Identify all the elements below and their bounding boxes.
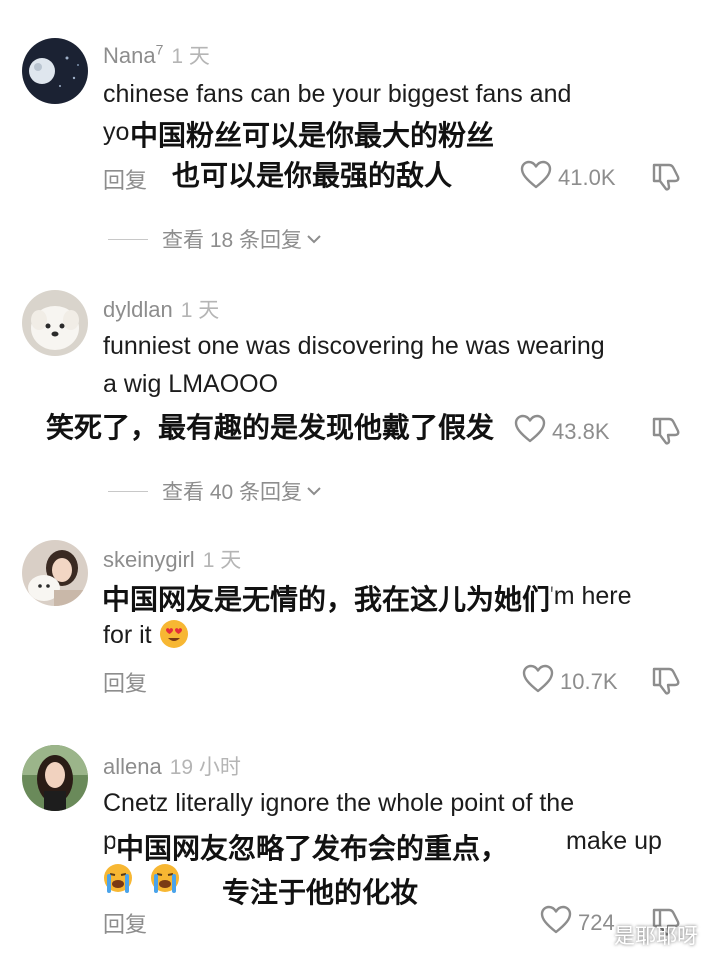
comment-text: for it <box>103 619 189 650</box>
comment-text: chinese fans can be your biggest fans an… <box>103 80 572 108</box>
view-replies-button[interactable]: 查看 18 条回复 <box>108 224 322 254</box>
like-count: 10.7K <box>560 669 618 694</box>
username[interactable]: Nana <box>103 43 156 68</box>
username-suffix: 7 <box>155 41 164 58</box>
avatar[interactable] <box>22 745 88 811</box>
chevron-down-icon <box>306 479 322 503</box>
view-replies-label: 查看 40 条回复 <box>162 481 303 504</box>
comment-text: p <box>103 827 117 855</box>
translation-overlay: 专注于他的化妆 <box>222 876 419 909</box>
comment-meta: allena 19 小时 <box>103 751 241 781</box>
comment-text: yo <box>103 118 130 146</box>
reply-button[interactable]: 回复 <box>103 907 147 939</box>
like-button[interactable]: 724 <box>540 905 615 941</box>
translation-overlay: 中国网友是无情的，我在这儿为她们 <box>102 583 551 616</box>
translation-overlay: 中国粉丝可以是你最大的粉丝 <box>130 119 495 152</box>
comment-item: Nana7 1 天 chinese fans can be your bigges… <box>0 0 708 270</box>
like-button[interactable]: 43.8K <box>514 414 610 450</box>
translation-overlay: 中国网友忽略了发布会的重点， <box>116 832 509 865</box>
avatar[interactable] <box>22 290 88 356</box>
thumbs-down-outline-icon[interactable] <box>650 414 682 451</box>
heart-outline-icon <box>540 905 578 941</box>
comment-meta: Nana7 1 天 <box>103 40 210 70</box>
timestamp: 1 天 <box>180 299 220 322</box>
translation-overlay: 也可以是你最强的敌人 <box>172 159 453 192</box>
reply-button[interactable]: 回复 <box>103 666 147 698</box>
timestamp: 19 小时 <box>169 756 241 779</box>
view-replies-label: 查看 18 条回复 <box>162 229 303 252</box>
comment-text: Cnetz literally ignore the whole point o… <box>103 789 575 817</box>
comment-meta: skeinygirl 1 天 <box>103 544 241 574</box>
comment-text-part: for it <box>103 621 152 649</box>
loudly-crying-emoji <box>150 863 180 893</box>
comment-item: skeinygirl 1 天 I'm here for it 回复 10.7K <box>0 520 708 735</box>
username[interactable]: allena <box>103 754 162 779</box>
username[interactable]: dyldlan <box>103 297 173 322</box>
comment-meta: dyldlan 1 天 <box>103 294 219 324</box>
comment-text: I'm here <box>542 582 632 610</box>
timestamp: 1 天 <box>202 549 242 572</box>
heart-outline-icon <box>522 664 560 700</box>
chevron-down-icon <box>306 227 322 251</box>
avatar[interactable] <box>22 38 88 104</box>
watermark: 是耶耶呀 <box>614 924 698 948</box>
like-count: 724 <box>578 910 615 935</box>
username[interactable]: skeinygirl <box>103 547 195 572</box>
comment-text: make up <box>566 827 662 855</box>
comment-emojis <box>103 863 180 894</box>
comment-item: dyldlan 1 天 funniest one was discovering … <box>0 270 708 520</box>
comment-text: funniest one was discovering he was wear… <box>103 332 605 360</box>
view-replies-button[interactable]: 查看 40 条回复 <box>108 476 322 506</box>
like-count: 43.8K <box>552 419 610 444</box>
avatar[interactable] <box>22 540 88 606</box>
heart-outline-icon <box>514 414 552 450</box>
reply-button[interactable]: 回复 <box>103 163 147 195</box>
like-button[interactable]: 10.7K <box>522 664 618 700</box>
like-button[interactable]: 41.0K <box>520 160 616 196</box>
divider-line <box>108 490 148 492</box>
comments-screen: Nana7 1 天 chinese fans can be your bigges… <box>0 0 708 960</box>
heart-outline-icon <box>520 160 558 196</box>
comment-text: a wig LMAOOO <box>103 370 279 398</box>
like-count: 41.0K <box>558 165 616 190</box>
loudly-crying-emoji <box>103 863 133 893</box>
timestamp: 1 天 <box>171 45 210 68</box>
translation-overlay: 笑死了，最有趣的是发现他戴了假发 <box>46 411 495 444</box>
heart-eyes-emoji <box>159 619 189 649</box>
thumbs-down-outline-icon[interactable] <box>650 160 682 197</box>
comment-item: allena 19 小时 Cnetz literally ignore the w… <box>0 735 708 960</box>
divider-line <box>108 238 148 240</box>
thumbs-down-outline-icon[interactable] <box>650 664 682 701</box>
